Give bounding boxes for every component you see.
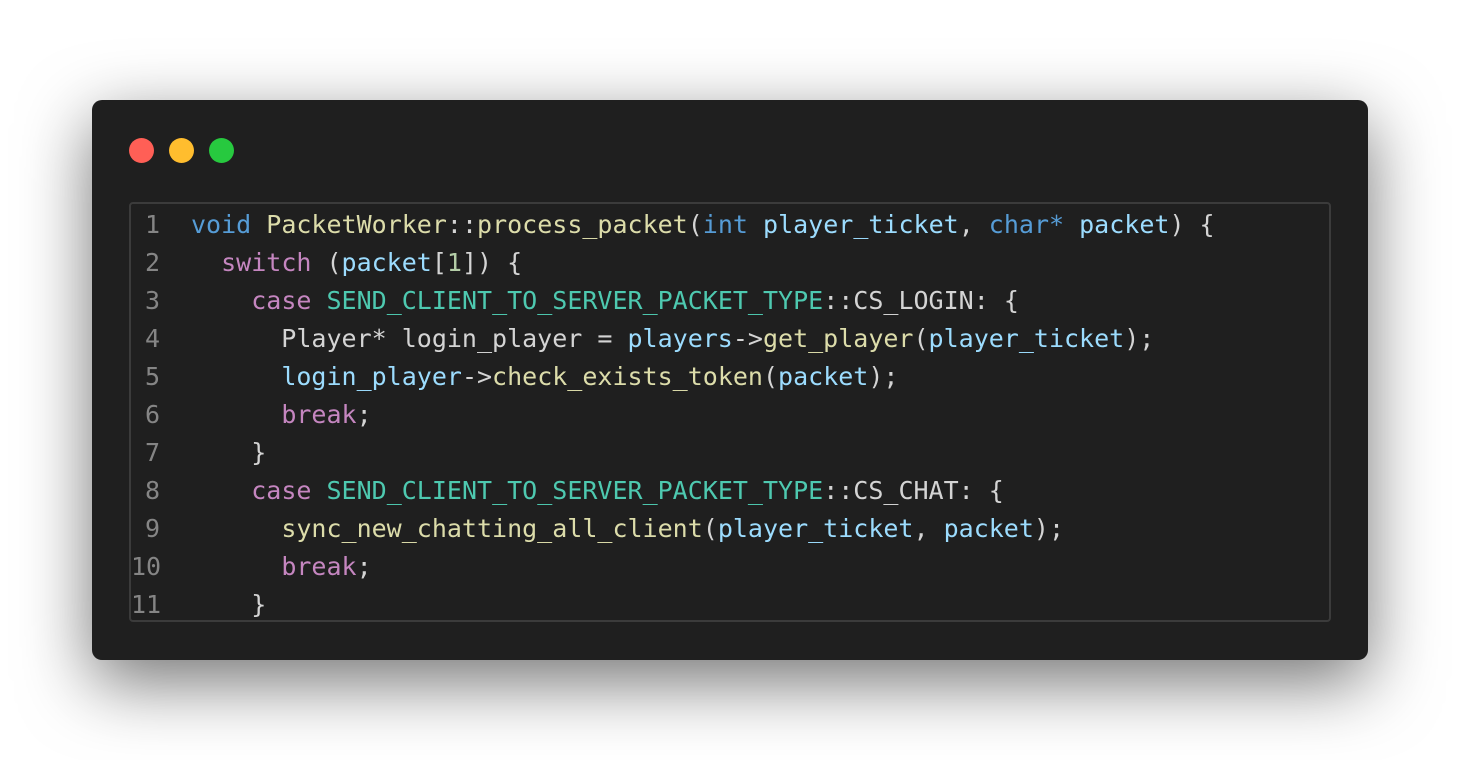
code-token: get_player xyxy=(762,324,914,353)
code-token: break xyxy=(281,400,357,429)
code-token: case xyxy=(251,476,312,505)
minimize-window-button[interactable] xyxy=(169,138,194,163)
code-token: ]) { xyxy=(461,248,523,277)
line-number: 10 xyxy=(131,552,162,581)
code-token: void xyxy=(191,210,252,239)
code-token: :: xyxy=(446,210,478,239)
code-token: -> xyxy=(461,362,493,391)
code-token: ( xyxy=(913,324,929,353)
code-token: ( xyxy=(687,210,703,239)
code-token: player_ticket xyxy=(717,514,914,543)
code-token: } xyxy=(191,590,267,619)
code-token: ; xyxy=(356,400,372,429)
code-token: process_packet xyxy=(477,210,688,239)
code-token: ::CS_LOGIN: { xyxy=(823,286,1019,315)
code-token: Player* login_player = xyxy=(191,324,628,353)
code-token: ; xyxy=(356,552,372,581)
code-token: int xyxy=(702,210,748,239)
code-text: break; xyxy=(191,396,372,434)
code-token: SEND_CLIENT_TO_SERVER_PACKET_TYPE xyxy=(326,476,824,505)
line-number: 9 xyxy=(145,514,161,543)
code-token: ( xyxy=(762,362,779,391)
code-window: 1 void PacketWorker::process_packet(int p… xyxy=(92,100,1368,660)
line-number: 11 xyxy=(131,590,162,619)
line-number: 5 xyxy=(145,362,161,391)
code-token: ); xyxy=(1033,514,1065,543)
code-token: 1 xyxy=(446,248,462,277)
code-text: break; xyxy=(191,548,372,586)
code-token: check_exists_token xyxy=(492,362,763,391)
code-token: ( xyxy=(311,248,342,277)
code-editor[interactable]: 1 void PacketWorker::process_packet(int p… xyxy=(129,202,1331,622)
code-text: void PacketWorker::process_packet(int pl… xyxy=(191,206,1215,244)
code-text: switch (packet[1]) { xyxy=(191,244,522,282)
code-text: sync_new_chatting_all_client(player_tick… xyxy=(191,510,1064,548)
code-token: , xyxy=(913,514,944,543)
code-text: login_player->check_exists_token(packet)… xyxy=(191,358,898,396)
line-number: 3 xyxy=(145,286,161,315)
code-token: char* xyxy=(988,210,1065,239)
line-number: 1 xyxy=(145,210,161,239)
line-number: 8 xyxy=(145,476,161,505)
code-text: } xyxy=(191,586,267,620)
code-token: switch xyxy=(221,248,312,277)
line-number: 2 xyxy=(145,248,161,277)
code-token: players xyxy=(627,324,733,353)
code-token: ( xyxy=(702,514,718,543)
line-number: 7 xyxy=(145,438,161,467)
code-token: player_ticket xyxy=(928,324,1125,353)
line-number: 6 xyxy=(145,400,161,429)
code-token: player_ticket xyxy=(763,210,959,239)
code-token: sync_new_chatting_all_client xyxy=(281,514,703,543)
code-token: case xyxy=(251,286,312,315)
code-token: login_player xyxy=(281,362,462,391)
code-token: ); xyxy=(1124,324,1155,353)
code-token: ); xyxy=(868,362,899,391)
code-text: case SEND_CLIENT_TO_SERVER_PACKET_TYPE::… xyxy=(191,472,1004,510)
code-text: Player* login_player = players->get_play… xyxy=(191,320,1154,358)
code-token: packet xyxy=(1079,210,1170,239)
code-token: [ xyxy=(431,248,447,277)
code-token: ::CS_CHAT: { xyxy=(823,476,1004,505)
maximize-window-button[interactable] xyxy=(209,138,234,163)
close-window-button[interactable] xyxy=(129,138,154,163)
code-token: packet xyxy=(778,362,869,391)
code-token: , xyxy=(958,210,989,239)
code-token: packet xyxy=(943,514,1034,543)
code-token: ) { xyxy=(1169,210,1215,239)
code-text: } xyxy=(191,434,266,472)
code-token: break xyxy=(281,552,357,581)
code-token: } xyxy=(191,438,267,467)
code-token: PacketWorker xyxy=(266,210,447,239)
line-number: 4 xyxy=(145,324,161,353)
code-token: SEND_CLIENT_TO_SERVER_PACKET_TYPE xyxy=(326,286,824,315)
code-text: case SEND_CLIENT_TO_SERVER_PACKET_TYPE::… xyxy=(191,282,1019,320)
code-token: -> xyxy=(732,324,763,353)
code-token: packet xyxy=(341,248,432,277)
